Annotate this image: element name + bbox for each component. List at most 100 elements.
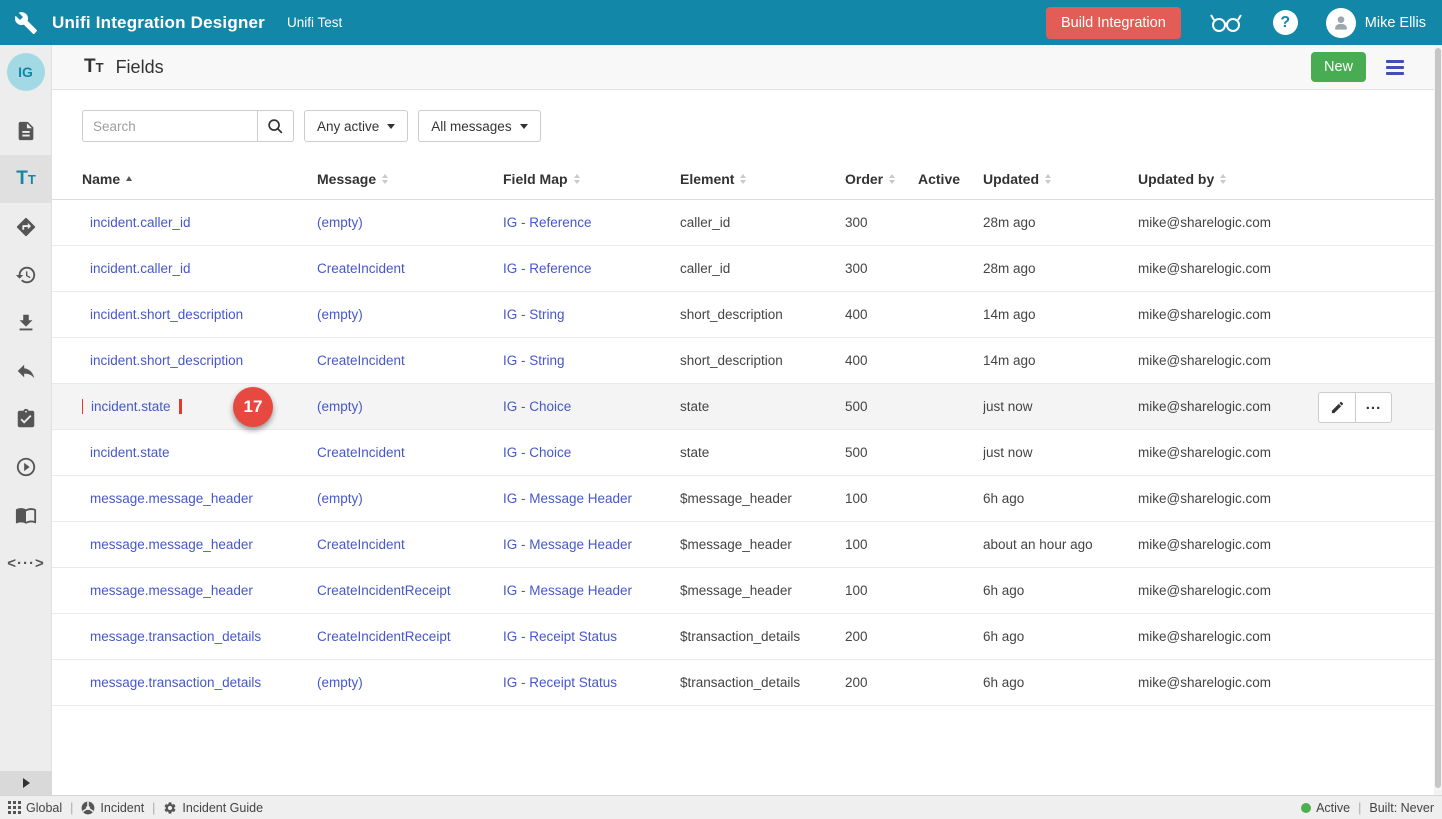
field-name-link[interactable]: message.message_header [90,491,253,506]
message-link[interactable]: (empty) [317,307,363,322]
column-header-message[interactable]: Message [317,171,503,187]
field-name-link[interactable]: incident.short_description [90,353,243,368]
column-header-active[interactable]: Active [918,171,983,187]
build-integration-button[interactable]: Build Integration [1046,7,1181,39]
table-row[interactable]: message.transaction_details CreateIncide… [52,614,1442,660]
table-row[interactable]: incident.short_description CreateInciden… [52,338,1442,384]
annotation-box: incident.state [90,445,170,460]
search-input[interactable] [82,110,257,142]
message-link[interactable]: (empty) [317,491,363,506]
message-link[interactable]: (empty) [317,399,363,414]
sidebar-item-guide[interactable] [0,491,52,539]
updated-by-cell: mike@sharelogic.com [1138,353,1397,368]
sort-icon [889,174,895,184]
table-row[interactable]: message.message_header CreateIncidentRec… [52,568,1442,614]
field-name-link[interactable]: incident.short_description [90,307,243,322]
field-map-link[interactable]: IG - Message Header [503,583,632,598]
more-button[interactable]: ... [1355,392,1392,423]
integration-avatar[interactable]: IG [7,53,45,91]
field-map-link[interactable]: IG - Receipt Status [503,675,617,690]
message-link[interactable]: CreateIncident [317,537,405,552]
scope-label: Global [26,801,62,815]
history-icon [15,264,37,286]
sort-asc-icon [126,176,132,181]
sort-icon [740,174,746,184]
message-link[interactable]: (empty) [317,215,363,230]
sidebar-item-undo[interactable] [0,347,52,395]
field-name-link[interactable]: incident.caller_id [90,215,191,230]
table-row[interactable]: message.message_header (empty) IG - Mess… [52,476,1442,522]
message-link[interactable]: CreateIncidentReceipt [317,583,451,598]
column-header-field-map[interactable]: Field Map [503,171,680,187]
field-name-link[interactable]: incident.state [90,445,170,460]
table-row[interactable]: incident.state CreateIncident IG - Choic… [52,430,1442,476]
sidebar-item-tasks[interactable] [0,395,52,443]
column-header-order[interactable]: Order [845,171,918,187]
field-name-link[interactable]: incident.state [91,399,171,414]
element-cell: short_description [680,307,845,322]
sidebar-item-code[interactable]: <···> [0,539,52,587]
table-row[interactable]: incident.short_description (empty) IG - … [52,292,1442,338]
row-actions: ... [1318,392,1392,423]
field-name-link[interactable]: message.transaction_details [90,629,261,644]
sort-icon [1220,174,1226,184]
field-map-link[interactable]: IG - Message Header [503,491,632,506]
annotation-box: incident.short_description [90,353,243,368]
field-name-link[interactable]: message.transaction_details [90,675,261,690]
preview-glasses-icon[interactable] [1209,12,1243,34]
message-link[interactable]: CreateIncident [317,445,405,460]
sidebar-item-run[interactable] [0,443,52,491]
updated-cell: 14m ago [983,307,1138,322]
column-header-updated-by[interactable]: Updated by [1138,171,1397,187]
order-cell: 200 [845,675,918,690]
app-title: Unifi Integration Designer [52,13,265,33]
field-name-link[interactable]: incident.caller_id [90,261,191,276]
toolbar: Any active All messages [82,110,1442,142]
field-map-link[interactable]: IG - String [503,307,565,322]
annotation-box: incident.caller_id [90,215,191,230]
message-link[interactable]: (empty) [317,675,363,690]
guide-selector[interactable]: Incident Guide [163,801,263,815]
field-name-link[interactable]: message.message_header [90,583,253,598]
sidebar-item-fields[interactable]: TT [0,155,52,203]
table-row[interactable]: message.transaction_details (empty) IG -… [52,660,1442,706]
menu-icon[interactable] [1386,60,1404,75]
new-button[interactable]: New [1311,52,1366,82]
edit-button[interactable] [1318,392,1355,423]
scope-selector[interactable]: Global [8,801,62,815]
help-icon[interactable]: ? [1273,10,1298,35]
field-map-link[interactable]: IG - Choice [503,399,571,414]
field-map-link[interactable]: IG - Message Header [503,537,632,552]
table-row[interactable]: incident.caller_id CreateIncident IG - R… [52,246,1442,292]
sidebar-item-history[interactable] [0,251,52,299]
field-map-link[interactable]: IG - Reference [503,215,592,230]
field-name-link[interactable]: message.message_header [90,537,253,552]
message-link[interactable]: CreateIncident [317,261,405,276]
field-map-link[interactable]: IG - Receipt Status [503,629,617,644]
sidebar-item-download[interactable] [0,299,52,347]
column-header-element[interactable]: Element [680,171,845,187]
process-selector[interactable]: Incident [81,801,144,815]
active-filter-dropdown[interactable]: Any active [304,110,408,142]
vertical-scrollbar[interactable] [1434,45,1442,795]
table-row[interactable]: incident.state (empty) IG - Choice state… [52,384,1442,430]
column-header-updated[interactable]: Updated [983,171,1138,187]
message-link[interactable]: CreateIncidentReceipt [317,629,451,644]
search-button[interactable] [257,110,294,142]
table-row[interactable]: message.message_header CreateIncident IG… [52,522,1442,568]
message-filter-dropdown[interactable]: All messages [418,110,540,142]
field-map-link[interactable]: IG - String [503,353,565,368]
message-link[interactable]: CreateIncident [317,353,405,368]
sidebar-collapse-button[interactable] [0,771,52,795]
app-subtitle[interactable]: Unifi Test [287,15,342,30]
scrollbar-thumb[interactable] [1435,48,1441,788]
user-menu[interactable]: Mike Ellis [1326,8,1426,38]
table-row[interactable]: incident.caller_id (empty) IG - Referenc… [52,200,1442,246]
field-map-link[interactable]: IG - Reference [503,261,592,276]
updated-by-cell: mike@sharelogic.com [1138,491,1397,506]
column-header-name[interactable]: Name [82,171,317,187]
sidebar-item-directions[interactable] [0,203,52,251]
sidebar-item-documents[interactable] [0,107,52,155]
field-map-link[interactable]: IG - Choice [503,445,571,460]
app-logo[interactable] [0,11,52,35]
